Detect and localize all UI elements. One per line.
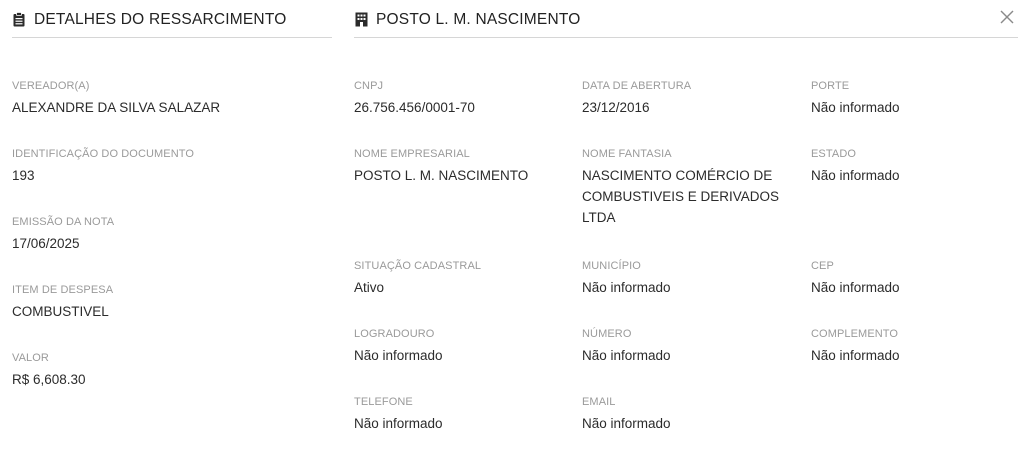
field-label: SITUAÇÃO CADASTRAL [354, 260, 482, 272]
field-value: Não informado [811, 280, 900, 295]
field-label: ITEM DE DESPESA [12, 284, 114, 296]
field-value: Não informado [811, 168, 900, 183]
field-value: POSTO L. M. NASCIMENTO [354, 168, 529, 183]
field-councillor: VEREADOR(A) ALEXANDRE DA SILVA SALAZAR [12, 79, 220, 118]
field-opening-date: DATA DE ABERTURA 23/12/2016 [582, 79, 792, 118]
field-value: Não informado [582, 280, 671, 295]
field-value: ALEXANDRE DA SILVA SALAZAR [12, 100, 221, 115]
field-label: EMISSÃO DA NOTA [12, 216, 115, 228]
field-label: TELEFONE [354, 396, 413, 408]
field-value: COMBUSTIVEL [12, 304, 109, 319]
field-label: COMPLEMENTO [811, 328, 899, 340]
field-value: Ativo [354, 280, 385, 295]
field-label: VEREADOR(A) [12, 80, 90, 92]
field-municipality: MUNICÍPIO Não informado [582, 259, 792, 298]
field-value: Não informado [582, 348, 671, 363]
field-registration-status: SITUAÇÃO CADASTRAL Ativo [354, 259, 564, 298]
field-label: MUNICÍPIO [582, 260, 641, 272]
building-icon [354, 12, 368, 28]
field-expense-item: ITEM DE DESPESA COMBUSTIVEL [12, 283, 113, 322]
field-company-name: NOME EMPRESARIAL POSTO L. M. NASCIMENTO [354, 147, 569, 186]
field-value: NASCIMENTO COMÉRCIO DE COMBUSTIVEIS E DE… [582, 168, 780, 225]
field-cep: CEP Não informado [811, 259, 1011, 298]
field-state: ESTADO Não informado [811, 147, 1011, 186]
field-label: NOME FANTASIA [582, 148, 672, 160]
reimbursement-details-title: DETALHES DO RESSARCIMENTO [34, 10, 287, 28]
field-cnpj: CNPJ 26.756.456/0001-70 [354, 79, 564, 118]
field-value: 193 [12, 168, 35, 183]
field-value: Não informado [811, 348, 900, 363]
field-document-id: IDENTIFICAÇÃO DO DOCUMENTO 193 [12, 147, 194, 186]
field-amount: VALOR R$ 6,608.30 [12, 351, 86, 390]
reimbursement-details-header: DETALHES DO RESSARCIMENTO [12, 0, 332, 38]
field-value: Não informado [354, 348, 443, 363]
field-value: Não informado [582, 416, 671, 431]
reimbursement-details-panel: DETALHES DO RESSARCIMENTO VEREADOR(A) AL… [12, 0, 332, 387]
field-size: PORTE Não informado [811, 79, 1011, 118]
field-value: 17/06/2025 [12, 236, 80, 251]
field-label: EMAIL [582, 396, 616, 408]
field-label: IDENTIFICAÇÃO DO DOCUMENTO [12, 148, 195, 160]
field-value: 23/12/2016 [582, 100, 650, 115]
field-value: R$ 6,608.30 [12, 372, 86, 387]
field-value: 26.756.456/0001-70 [354, 100, 475, 115]
field-value: Não informado [354, 416, 443, 431]
field-value: Não informado [811, 100, 900, 115]
field-label: NOME EMPRESARIAL [354, 148, 470, 160]
company-title: POSTO L. M. NASCIMENTO [376, 10, 581, 28]
company-panel: POSTO L. M. NASCIMENTO CNPJ 26.756.456/0… [354, 0, 1018, 431]
field-complement: COMPLEMENTO Não informado [811, 327, 1011, 366]
field-label: CNPJ [354, 80, 384, 92]
field-label: ESTADO [811, 148, 857, 160]
close-icon [996, 10, 1018, 32]
field-label: CEP [811, 260, 834, 272]
field-phone: TELEFONE Não informado [354, 395, 564, 434]
field-number: NÚMERO Não informado [582, 327, 792, 366]
company-header: POSTO L. M. NASCIMENTO [354, 0, 1018, 38]
field-email: EMAIL Não informado [582, 395, 792, 434]
field-label: LOGRADOURO [354, 328, 435, 340]
field-label: VALOR [12, 352, 49, 364]
field-label: PORTE [811, 80, 850, 92]
field-invoice-date: EMISSÃO DA NOTA 17/06/2025 [12, 215, 114, 254]
field-street: LOGRADOURO Não informado [354, 327, 564, 366]
field-label: NÚMERO [582, 328, 632, 340]
field-label: DATA DE ABERTURA [582, 80, 692, 92]
clipboard-icon [12, 12, 26, 28]
close-button[interactable] [996, 6, 1018, 28]
field-trade-name: NOME FANTASIA NASCIMENTO COMÉRCIO DE COM… [582, 147, 787, 228]
